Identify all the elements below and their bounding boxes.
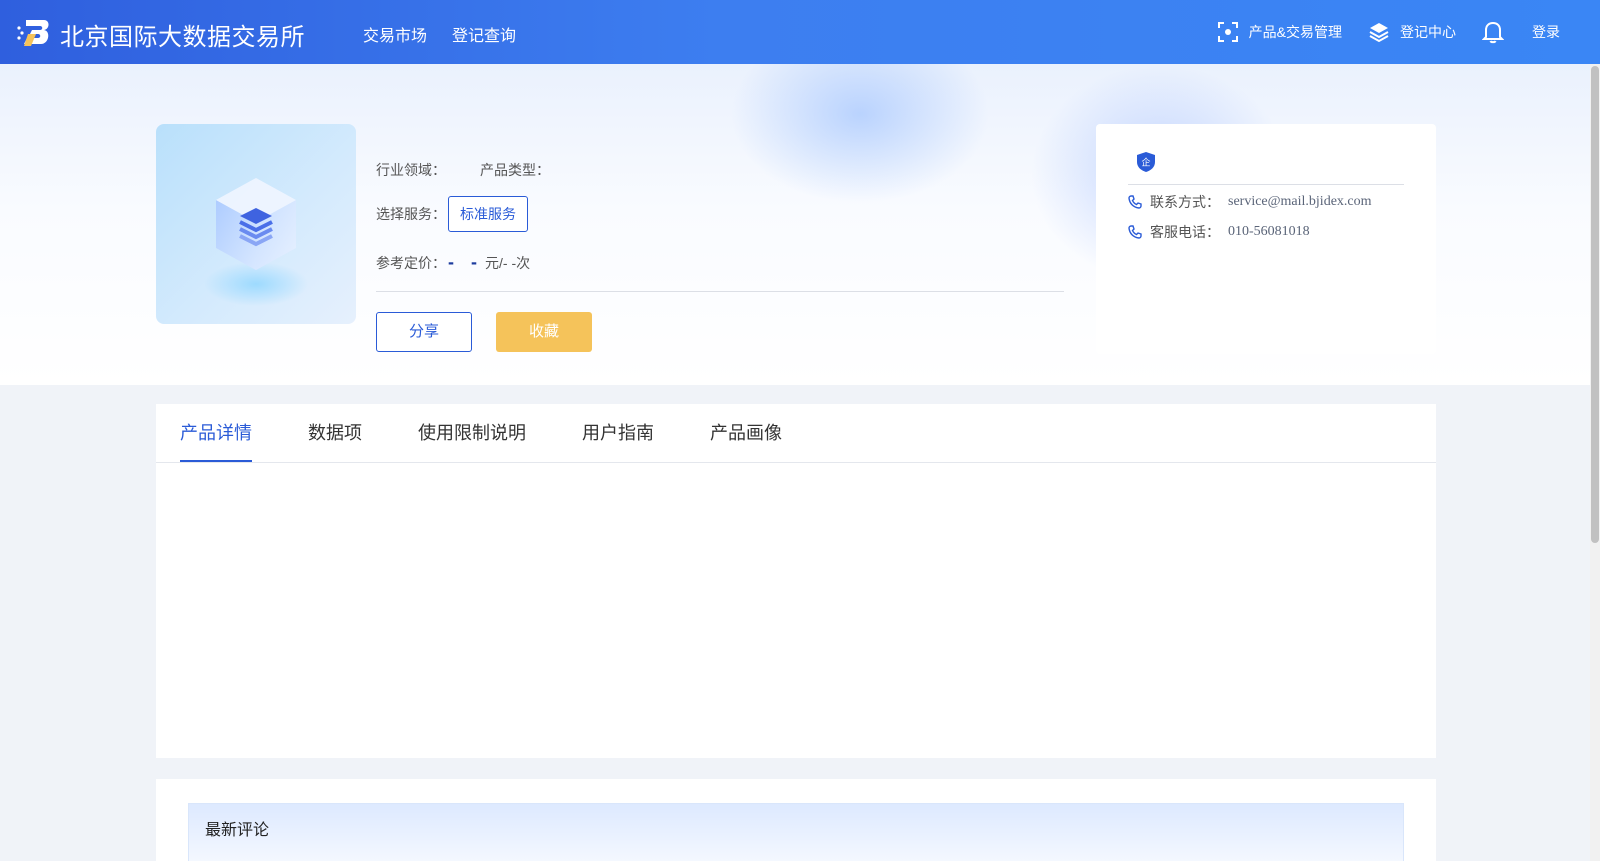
- phone-icon: [1128, 225, 1142, 239]
- scan-focus-icon: [1217, 22, 1238, 42]
- header-actions: 产品&交易管理 登记中心 登录: [1191, 18, 1560, 46]
- svg-text:企: 企: [1141, 157, 1150, 169]
- detail-tabs: 产品详情 数据项 使用限制说明 用户指南 产品画像: [180, 404, 782, 462]
- service-select-row: 选择服务： 标准服务: [376, 196, 528, 232]
- product-info: 行业领域： 产品类型： 选择服务： 标准服务 参考定价： - - 元/- -次 …: [376, 124, 1064, 354]
- login-link[interactable]: 登录: [1532, 22, 1560, 42]
- favorite-button[interactable]: 收藏: [496, 312, 592, 352]
- nav-trade-market[interactable]: 交易市场: [363, 22, 427, 46]
- service-label: 选择服务：: [376, 206, 446, 222]
- tab-product-details[interactable]: 产品详情: [180, 404, 252, 462]
- tab-user-guide[interactable]: 用户指南: [582, 404, 654, 462]
- register-center-label: 登记中心: [1400, 24, 1456, 40]
- notification-button[interactable]: [1482, 20, 1504, 44]
- phone-label: 客服电话：: [1150, 224, 1220, 240]
- price-unit: 元/- -次: [485, 255, 531, 271]
- comments-header: 最新评论: [188, 803, 1404, 861]
- price-row: 参考定价： - - 元/- -次: [376, 252, 530, 273]
- comments-section: 最新评论: [156, 779, 1436, 861]
- bell-icon: [1482, 21, 1504, 44]
- bjidex-logo[interactable]: [16, 14, 52, 50]
- contact-label: 联系方式：: [1150, 194, 1220, 210]
- provider-contact-card: 企 联系方式： service@mail.bjidex.com 客服电话： 01…: [1096, 124, 1436, 354]
- main-nav: 交易市场 登记查询: [363, 22, 516, 46]
- enterprise-shield-icon: 企: [1137, 152, 1155, 172]
- nav-registration-query[interactable]: 登记查询: [452, 22, 516, 46]
- comments-title: 最新评论: [205, 822, 270, 839]
- contact-email-row: 联系方式： service@mail.bjidex.com: [1128, 192, 1372, 212]
- top-header: 北京国际大数据交易所 交易市场 登记查询 产品&交易管理 登记中心 登录: [0, 0, 1600, 64]
- product-type-label: 产品类型：: [480, 162, 550, 178]
- page-scrollbar-thumb[interactable]: [1591, 66, 1599, 543]
- tab-data-items[interactable]: 数据项: [308, 404, 362, 462]
- contact-divider: [1128, 184, 1404, 185]
- contact-phone-row: 客服电话： 010-56081018: [1128, 222, 1310, 242]
- info-divider: [376, 291, 1064, 292]
- industry-label: 行业领域：: [376, 162, 446, 178]
- product-trade-mgmt-link[interactable]: 产品&交易管理: [1217, 21, 1342, 43]
- product-detail-panel: 产品详情 数据项 使用限制说明 用户指南 产品画像: [156, 404, 1436, 758]
- service-phone[interactable]: 010-56081018: [1228, 224, 1310, 240]
- phone-icon: [1128, 195, 1142, 209]
- price-label: 参考定价：: [376, 255, 446, 271]
- data-cube-icon: [204, 178, 308, 306]
- brand-title[interactable]: 北京国际大数据交易所: [60, 17, 305, 52]
- tab-product-profile[interactable]: 产品画像: [710, 404, 782, 462]
- product-meta-row: 行业领域： 产品类型：: [376, 160, 550, 180]
- price-value: - -: [448, 252, 483, 272]
- product-cover-image: [156, 124, 356, 324]
- register-center-link[interactable]: 登记中心: [1368, 21, 1456, 43]
- product-trade-mgmt-label: 产品&交易管理: [1248, 24, 1342, 40]
- layers-icon: [1369, 23, 1389, 43]
- share-button[interactable]: 分享: [376, 312, 472, 352]
- service-option-standard[interactable]: 标准服务: [448, 196, 528, 232]
- tabs-divider: [156, 462, 1436, 463]
- contact-email[interactable]: service@mail.bjidex.com: [1228, 194, 1372, 210]
- login-label: 登录: [1532, 24, 1560, 40]
- tab-usage-restrictions[interactable]: 使用限制说明: [418, 404, 526, 462]
